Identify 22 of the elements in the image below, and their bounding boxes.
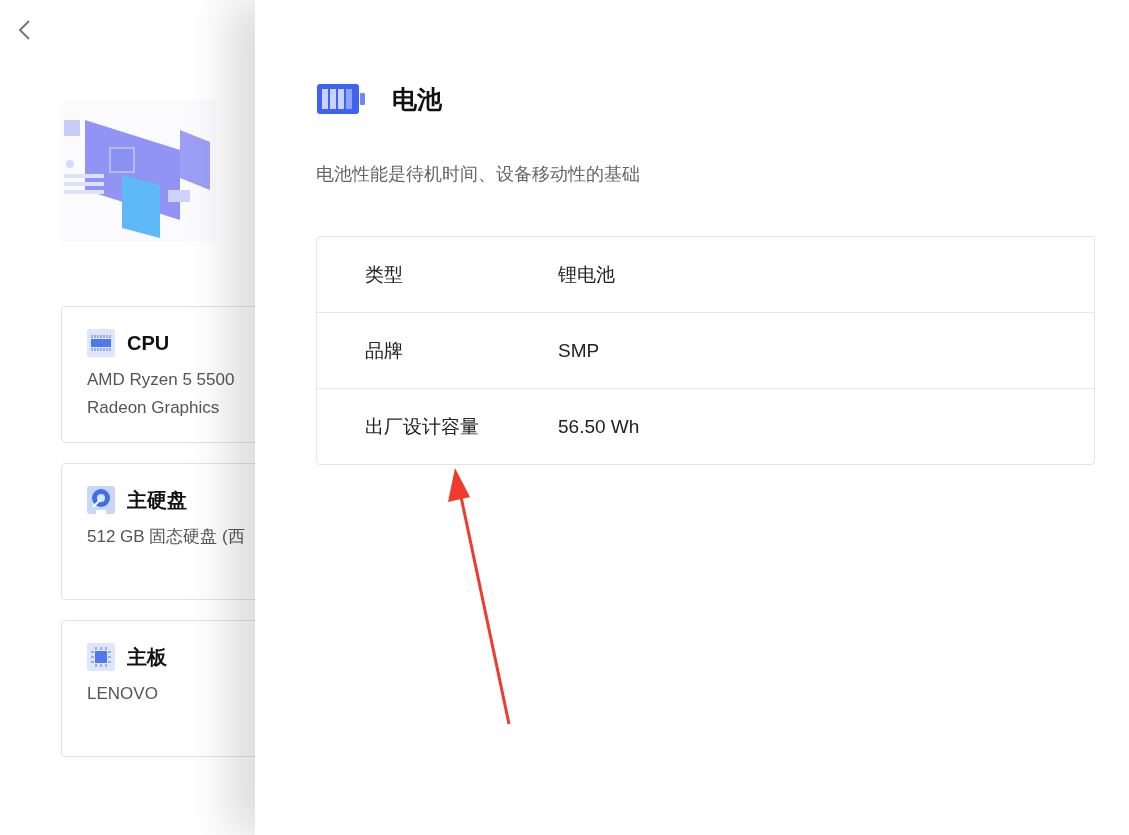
detail-title: 电池 bbox=[392, 83, 442, 115]
spec-label: 品牌 bbox=[365, 338, 404, 363]
card-text: AMD Ryzen 5 5500 bbox=[87, 369, 236, 391]
back-icon[interactable] bbox=[16, 18, 32, 42]
component-card[interactable]: CPU AMD Ryzen 5 5500 Radeon Graphics bbox=[61, 306, 255, 443]
card-title: 主硬盘 bbox=[127, 487, 187, 513]
chip-icon bbox=[87, 643, 115, 671]
card-title: CPU bbox=[127, 331, 170, 355]
component-card[interactable]: 主硬盘 512 GB 固态硬盘 (西 bbox=[61, 463, 255, 600]
card-title: 主板 bbox=[127, 644, 167, 670]
component-card[interactable]: 主板 LENOVO bbox=[61, 620, 255, 757]
spec-value: 锂电池 bbox=[558, 262, 615, 287]
spec-label: 类型 bbox=[365, 262, 404, 287]
spec-label: 出厂设计容量 bbox=[365, 414, 480, 439]
chip-icon bbox=[87, 329, 115, 357]
spec-value: 56.50 Wh bbox=[558, 415, 640, 438]
spec-value: SMP bbox=[558, 339, 600, 362]
detail-description: 电池性能是待机时间、设备移动性的基础 bbox=[316, 163, 641, 186]
card-text: LENOVO bbox=[87, 683, 159, 705]
battery-icon bbox=[316, 82, 366, 116]
card-text: Radeon Graphics bbox=[87, 397, 221, 419]
card-text: 512 GB 固态硬盘 (西 bbox=[87, 526, 246, 548]
